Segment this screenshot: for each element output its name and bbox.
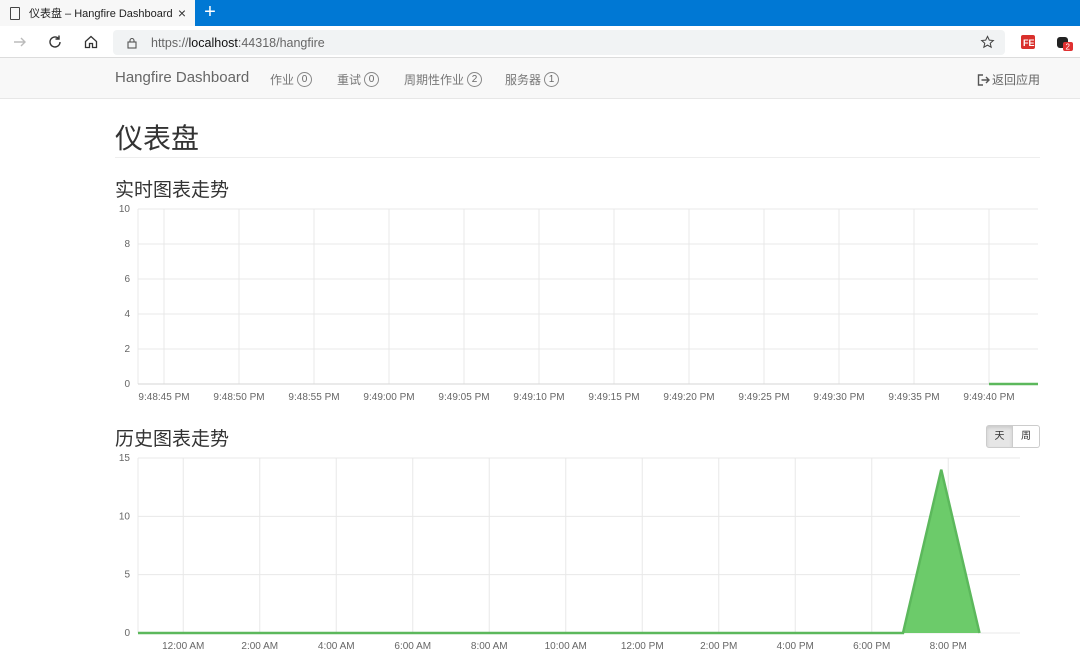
x-tick-label: 8:00 PM: [930, 641, 967, 652]
history-series-line: [138, 469, 981, 635]
x-tick-label: 6:00 AM: [394, 641, 431, 652]
y-tick-label: 0: [124, 628, 130, 639]
x-tick-label: 9:49:10 PM: [513, 392, 564, 403]
x-tick-label: 2:00 AM: [241, 641, 278, 652]
x-tick-label: 4:00 PM: [777, 641, 814, 652]
history-chart: 0 5 10 15 12:00 AM 2:00 AM 4:00 AM 6:00 AM 8:00 …: [119, 453, 1020, 652]
y-tick-label: 15: [119, 453, 131, 464]
y-tick-label: 0: [124, 379, 130, 390]
charts-canvas: 0 2 4 6 8 10 9:48:45 PM 9:48:50 PM 9:48:55 PM 9:4…: [119, 204, 1038, 652]
x-tick-label: 6:00 PM: [853, 641, 890, 652]
x-tick-label: 12:00 PM: [621, 641, 664, 652]
x-tick-label: 9:48:45 PM: [138, 392, 189, 403]
y-tick-label: 10: [119, 204, 131, 215]
y-tick-label: 5: [124, 570, 130, 581]
x-tick-label: 9:49:20 PM: [663, 392, 714, 403]
x-tick-label: 10:00 AM: [545, 641, 587, 652]
x-tick-label: 12:00 AM: [162, 641, 204, 652]
y-tick-label: 6: [124, 274, 130, 285]
x-tick-label: 9:49:35 PM: [888, 392, 939, 403]
x-tick-label: 9:49:15 PM: [588, 392, 639, 403]
x-tick-label: 4:00 AM: [318, 641, 355, 652]
y-tick-label: 2: [124, 344, 130, 355]
y-tick-label: 4: [124, 309, 130, 320]
x-tick-label: 2:00 PM: [700, 641, 737, 652]
realtime-chart: 0 2 4 6 8 10 9:48:45 PM 9:48:50 PM 9:48:55 PM 9:4…: [119, 204, 1038, 403]
x-tick-label: 9:48:50 PM: [213, 392, 264, 403]
y-tick-label: 10: [119, 511, 131, 522]
x-tick-label: 9:48:55 PM: [288, 392, 339, 403]
y-tick-label: 8: [124, 239, 130, 250]
x-tick-label: 9:49:40 PM: [963, 392, 1014, 403]
x-tick-label: 9:49:05 PM: [438, 392, 489, 403]
x-tick-label: 9:49:00 PM: [363, 392, 414, 403]
x-tick-label: 8:00 AM: [471, 641, 508, 652]
x-tick-label: 9:49:25 PM: [738, 392, 789, 403]
history-series-area: [138, 469, 980, 633]
x-tick-label: 9:49:30 PM: [813, 392, 864, 403]
